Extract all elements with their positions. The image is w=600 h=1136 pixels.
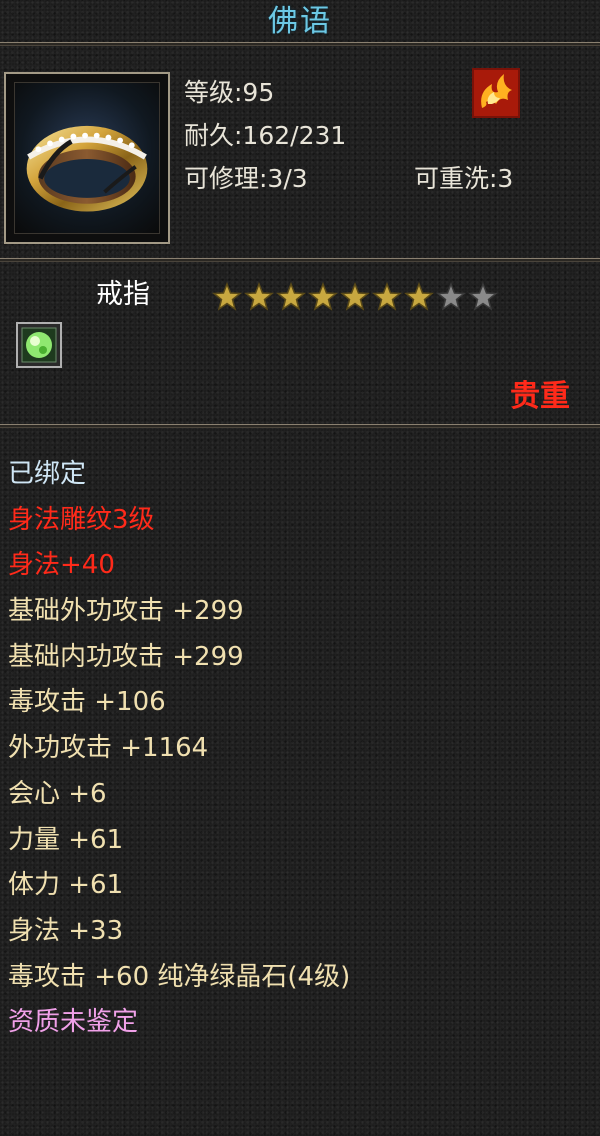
ring-icon-graphic [26,125,148,212]
attribute-line: 身法+40 [8,550,115,581]
star-filled-icon [244,282,274,311]
attribute-line: 毒攻击 +106 [8,687,166,718]
attribute-list: 已绑定身法雕纹3级 身法+40 基础外功攻击 +299 基础内功攻击 +299 毒攻击 … [8,452,588,1046]
item-icon-frame [4,72,170,244]
divider [0,258,600,262]
attribute-line: 会心 +6 [8,778,107,809]
star-filled-icon [308,282,338,311]
item-durability: 耐久:162/231 [184,121,347,150]
star-empty-icon [468,282,498,311]
item-rewashable: 可重洗:3 [414,164,514,193]
star-rating [212,282,498,312]
item-repairable: 可修理:3/3 [184,164,308,193]
flame-icon [472,68,520,118]
item-tooltip-panel: 佛语 等级:95 耐久:162/231 可修理:3/3 可重洗:3 戒指 贵重 … [0,0,600,1136]
item-type: 戒指 [96,279,150,310]
item-name: 佛语 [268,4,332,39]
item-level: 等级:95 [184,78,275,107]
star-filled-icon [372,282,402,311]
star-empty-icon [436,282,466,311]
star-filled-icon [276,282,306,311]
attribute-line: 外功攻击 +1164 [8,733,209,764]
attribute-line: 基础内功攻击 +299 [8,641,244,672]
attribute-line: 毒攻击 +60 纯净绿晶石(4级) [8,961,351,992]
divider [0,424,600,428]
star-filled-icon [340,282,370,311]
green-gem-icon[interactable] [16,322,62,368]
star-filled-icon [404,282,434,311]
ring-icon [14,82,160,234]
attribute-line: 基础外功攻击 +299 [8,596,244,627]
attribute-line: 力量 +61 [8,824,124,855]
attribute-line: 已绑定 [8,459,87,489]
star-filled-icon [212,282,242,311]
attribute-line: 资质未鉴定 [8,1007,139,1038]
attribute-line: 体力 +61 [8,870,124,901]
attribute-line: 身法 +33 [8,915,124,946]
divider [0,42,600,46]
item-rarity: 贵重 [510,379,570,414]
attribute-line: 身法雕纹3级 [8,504,155,535]
